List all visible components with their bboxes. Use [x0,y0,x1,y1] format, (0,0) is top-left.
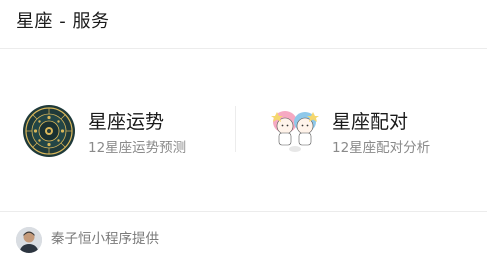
service-card: 星座 - 服务 星座运势 12星座运势预测 星座配对 12星座配对分析 秦子恒小… [0,0,487,259]
zodiac-wheel-icon [22,104,76,158]
horoscope-description: 12星座运势预测 [88,140,187,156]
services-panel: 星座运势 12星座运势预测 星座配对 12星座配对分析 [0,49,487,211]
horoscope-service-button[interactable]: 星座运势 12星座运势预测 [22,104,242,162]
card-footer[interactable]: 秦子恒小程序提供 [0,211,487,259]
compatibility-title: 星座配对 [332,111,409,133]
provider-avatar [16,227,42,253]
horoscope-title: 星座运势 [88,111,165,133]
provider-text: 秦子恒小程序提供 [51,231,159,247]
compatibility-service-button[interactable]: 星座配对 12星座配对分析 [268,104,487,162]
compatibility-description: 12星座配对分析 [332,140,431,156]
twin-stars-couple-icon [268,104,322,158]
services-divider [235,106,236,152]
card-header: 星座 - 服务 [0,0,487,49]
page-title: 星座 - 服务 [16,11,110,32]
